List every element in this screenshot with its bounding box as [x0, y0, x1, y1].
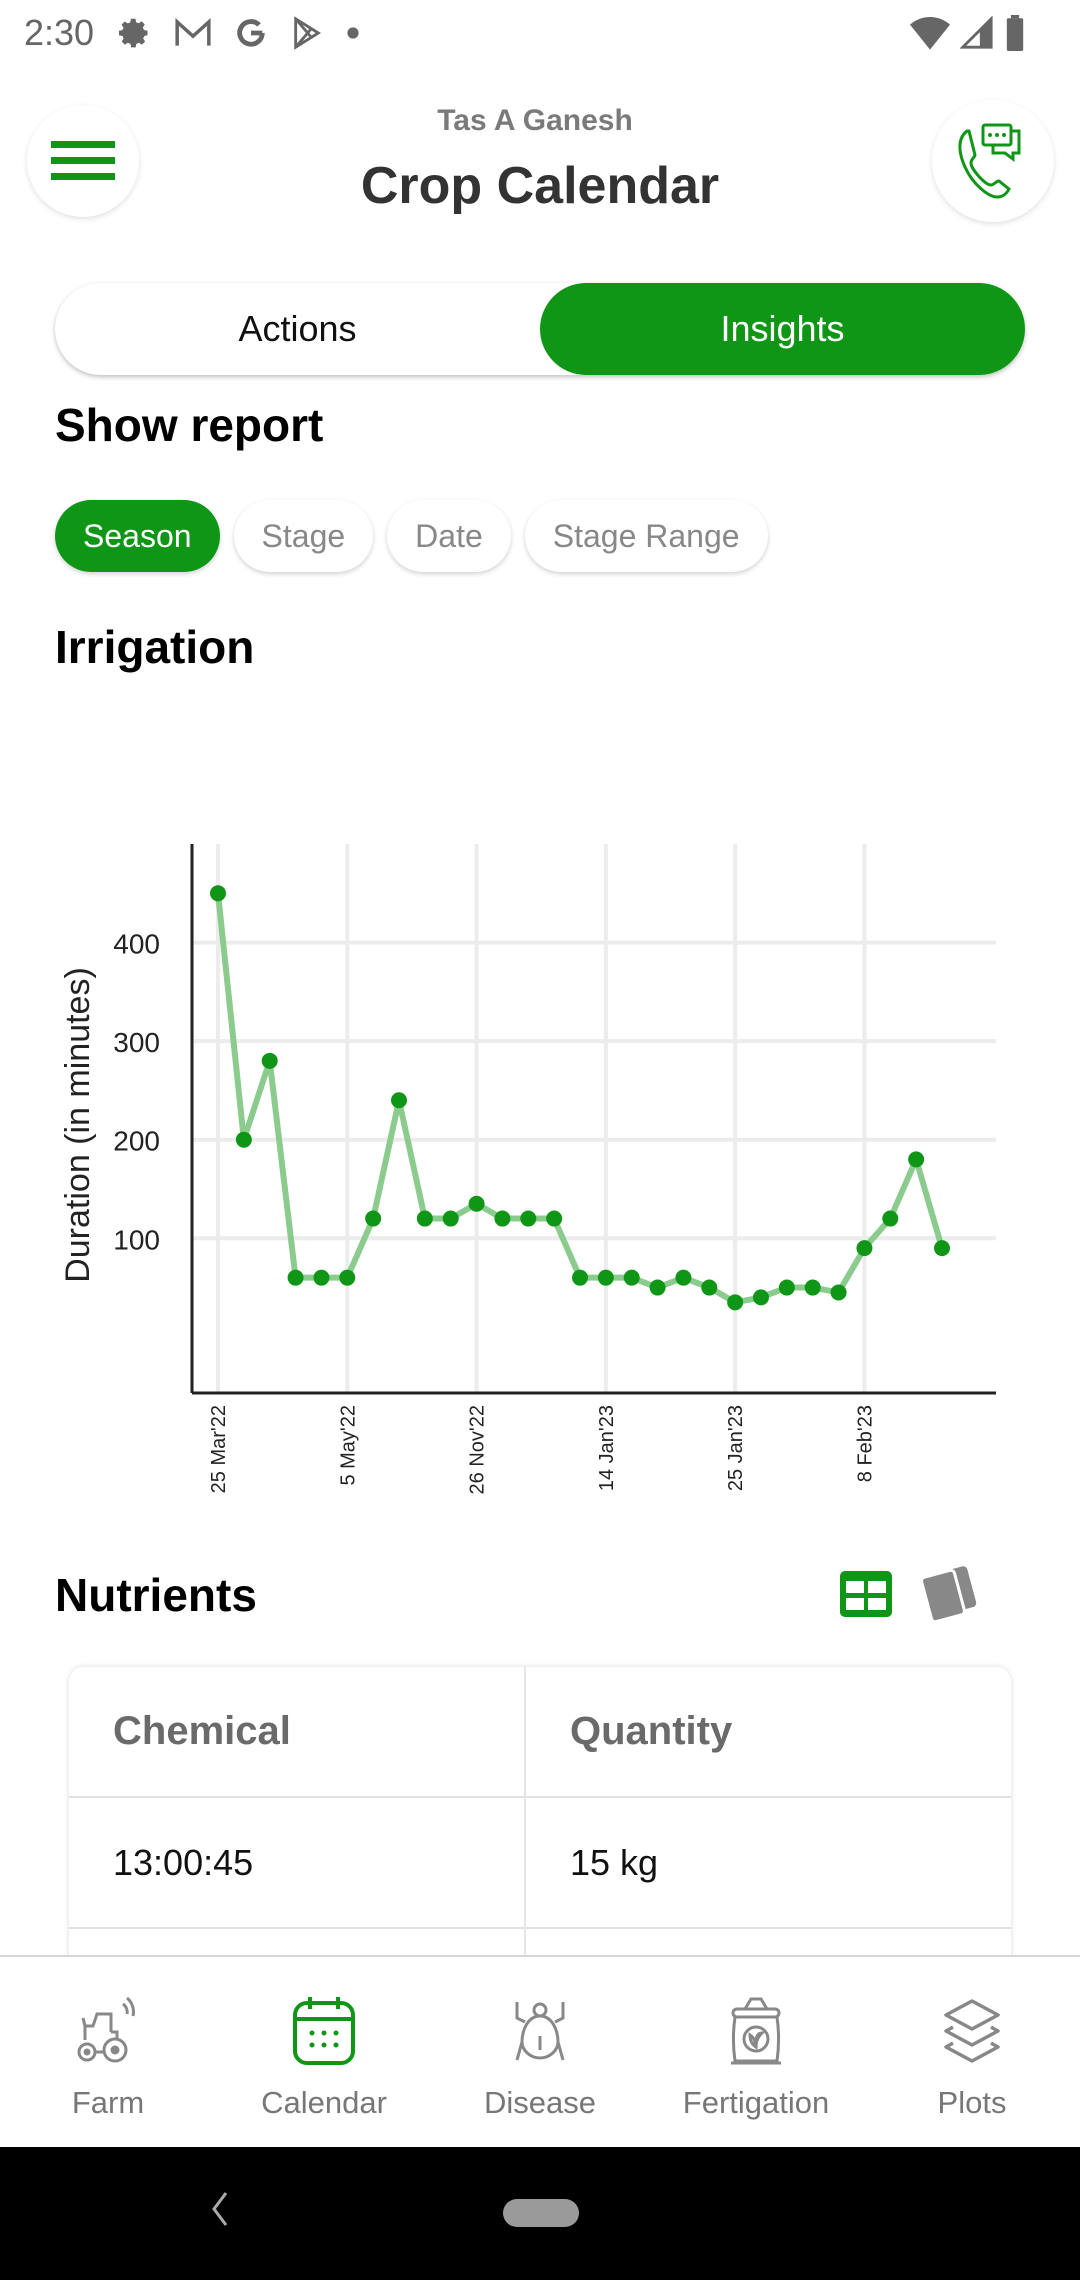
status-time: 2:30	[24, 12, 95, 53]
phone-chat-icon	[958, 123, 1021, 199]
cell-chemical: 13:00:45	[69, 1798, 526, 1927]
data-point	[546, 1210, 563, 1227]
column-header-quantity: Quantity	[570, 1709, 733, 1753]
back-icon[interactable]	[208, 2187, 232, 2231]
data-point	[365, 1210, 382, 1227]
nav-disease[interactable]: Disease	[432, 1957, 648, 2147]
system-navigation-bar	[0, 2147, 1080, 2280]
x-tick-label: 25 Mar'22	[208, 1405, 230, 1493]
x-tick-label: 8 Feb'23	[854, 1405, 876, 1482]
tab-actions[interactable]: Actions	[55, 283, 540, 375]
nav-label: Disease	[484, 2085, 596, 2120]
x-tick-label: 5 May'22	[337, 1405, 359, 1486]
data-point	[934, 1240, 950, 1257]
x-tick-label: 25 Jan'23	[725, 1405, 747, 1491]
nutrients-table: Chemical Quantity 13:00:45 15 kg	[69, 1667, 1011, 1967]
farmer-name: Tas A Ganesh	[437, 104, 633, 137]
column-header-chemical: Chemical	[69, 1667, 526, 1796]
table-header-row: Chemical Quantity	[69, 1667, 1011, 1798]
nav-plots[interactable]: Plots	[864, 1957, 1080, 2147]
battery-icon	[1006, 15, 1024, 51]
play-store-icon	[294, 16, 322, 50]
gear-icon	[119, 18, 148, 48]
fertilizer-bag-icon	[731, 1997, 781, 2065]
data-point	[908, 1151, 925, 1168]
google-icon	[237, 19, 265, 47]
nav-label: Calendar	[261, 2085, 387, 2120]
data-point	[675, 1269, 692, 1286]
bug-icon	[515, 2002, 565, 2061]
chip-stage-range[interactable]: Stage Range	[524, 500, 768, 572]
irrigation-heading: Irrigation	[55, 621, 255, 673]
tractor-icon	[77, 1996, 135, 2063]
nav-calendar[interactable]: Calendar	[216, 1957, 432, 2147]
data-point	[856, 1240, 873, 1257]
view-toggle	[840, 1565, 982, 1623]
table-view-icon[interactable]	[840, 1571, 892, 1617]
data-point	[830, 1284, 847, 1301]
signal-icon	[960, 16, 993, 49]
status-bar: 2:30	[0, 0, 1080, 66]
data-point	[623, 1269, 640, 1286]
page-title: Crop Calendar	[360, 157, 720, 215]
wifi-icon	[910, 17, 950, 50]
data-point	[468, 1195, 485, 1212]
report-filter-chips: Season Stage Date Stage Range	[55, 500, 768, 572]
nav-label: Fertigation	[682, 2085, 830, 2120]
data-point	[778, 1279, 795, 1296]
bottom-navigation: Farm Calendar Disease Fertigation Plots	[0, 1955, 1080, 2147]
card-view-icon[interactable]	[920, 1565, 982, 1623]
data-point	[339, 1269, 356, 1286]
data-point	[416, 1210, 433, 1227]
y-tick-label: 100	[113, 1224, 160, 1255]
tab-insights[interactable]: Insights	[540, 283, 1025, 375]
data-point	[442, 1210, 459, 1227]
nutrients-heading: Nutrients	[55, 1569, 257, 1621]
data-point	[391, 1092, 407, 1109]
data-point	[882, 1210, 899, 1227]
call-support-button[interactable]	[932, 100, 1054, 222]
irrigation-line-chart: 100 200 300 400 25 Mar'22 5 May'22 26 Nov'22 1…	[59, 844, 996, 1494]
data-point	[597, 1269, 614, 1286]
app-header: Tas A Ganesh Crop Calendar	[0, 100, 1080, 230]
data-point	[727, 1294, 744, 1311]
data-point	[701, 1279, 718, 1296]
x-tick-label: 26 Nov'22	[467, 1405, 489, 1494]
data-point	[753, 1289, 769, 1306]
data-point	[235, 1131, 252, 1148]
cell-quantity: 15 kg	[570, 1841, 659, 1883]
data-point	[572, 1269, 588, 1286]
show-report-heading: Show report	[55, 399, 324, 451]
chip-stage[interactable]: Stage	[233, 500, 374, 572]
nav-fertigation[interactable]: Fertigation	[648, 1957, 864, 2147]
irrigation-chart: 100 200 300 400 25 Mar'22 5 May'22 26 Nov'22 1…	[0, 820, 1080, 1520]
data-point	[520, 1210, 537, 1227]
data-point	[210, 885, 226, 902]
data-point	[313, 1269, 330, 1286]
data-point	[649, 1279, 666, 1296]
series-line	[215, 892, 945, 1306]
y-tick-label: 400	[113, 929, 160, 960]
data-point	[261, 1052, 278, 1069]
home-button[interactable]	[503, 2199, 579, 2227]
data-point	[494, 1210, 511, 1227]
actions-insights-toggle: Actions Insights	[55, 283, 1025, 375]
data-point	[804, 1279, 821, 1296]
data-point	[287, 1269, 304, 1286]
dot-icon	[347, 27, 359, 39]
nav-label: Farm	[71, 2085, 145, 2120]
y-tick-label: 300	[113, 1027, 160, 1058]
nav-farm[interactable]: Farm	[0, 1957, 216, 2147]
y-axis-title: Duration (in minutes)	[59, 967, 97, 1283]
y-tick-label: 200	[113, 1126, 160, 1157]
table-row: 13:00:45 15 kg	[69, 1798, 1011, 1929]
nav-label: Plots	[937, 2085, 1007, 2120]
calendar-icon	[293, 1997, 355, 2065]
layers-icon	[944, 1999, 1000, 2063]
gmail-icon	[175, 18, 211, 46]
chip-date[interactable]: Date	[387, 500, 511, 572]
chip-season[interactable]: Season	[55, 500, 220, 572]
x-tick-label: 14 Jan'23	[596, 1405, 618, 1491]
